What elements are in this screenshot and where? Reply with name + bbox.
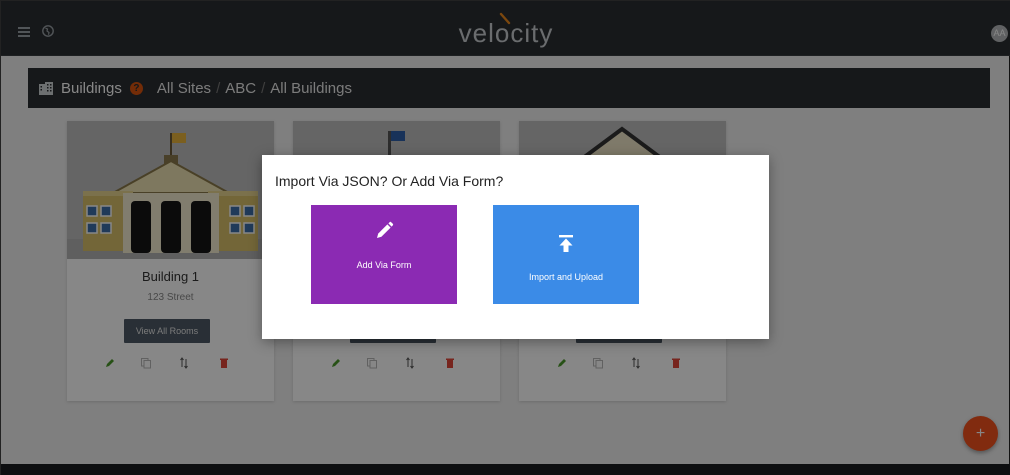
pencil-icon [377,221,394,238]
dialog-heading: Import Via JSON? Or Add Via Form? [275,173,504,189]
app-window: velocity AA Buildings ? All Sites / ABC … [0,0,1010,475]
add-via-form-button[interactable]: Add Via Form [311,205,457,304]
import-or-add-dialog: Import Via JSON? Or Add Via Form? Add Vi… [262,155,769,339]
add-via-form-label: Add Via Form [356,260,412,270]
upload-icon [559,235,573,252]
import-and-upload-label: Import and Upload [528,272,604,282]
import-and-upload-button[interactable]: Import and Upload [493,205,639,304]
